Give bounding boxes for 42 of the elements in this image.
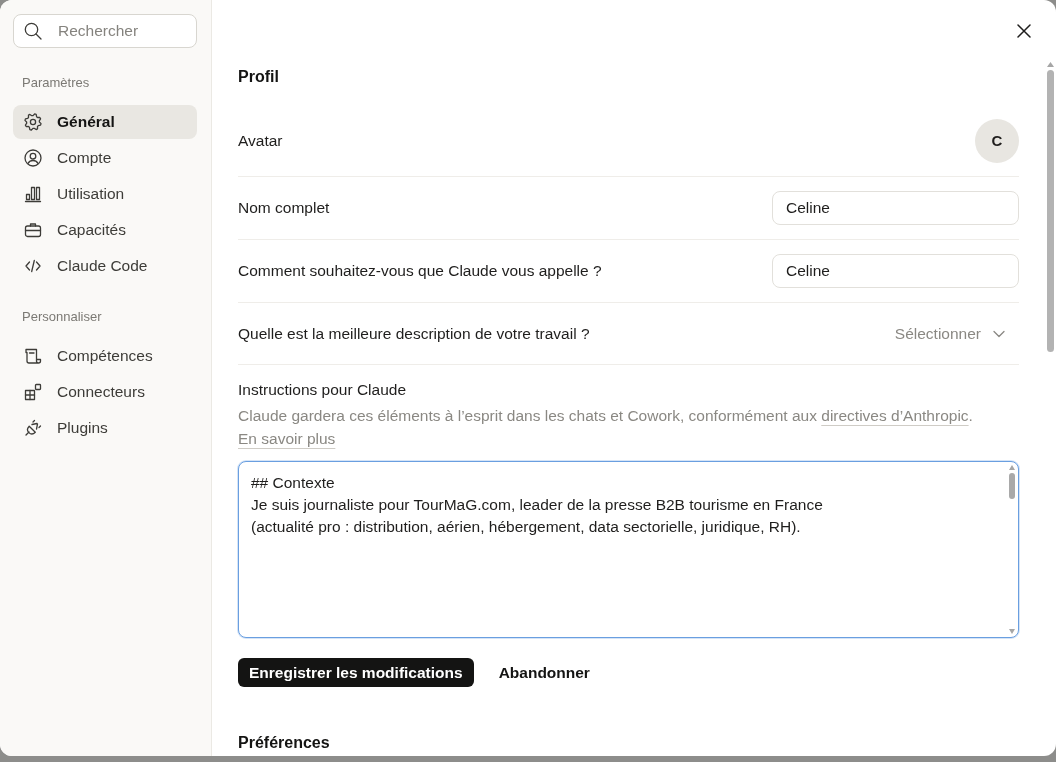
briefcase-icon	[23, 220, 43, 240]
sidebar-item[interactable]: Plugins	[13, 411, 197, 445]
sidebar-section-title: Personnaliser	[21, 308, 103, 326]
link[interactable]: directives d’Anthropic	[821, 407, 969, 424]
select-dropdown[interactable]: Sélectionner	[894, 321, 1019, 346]
scrollbar-thumb[interactable]	[1047, 70, 1054, 352]
sidebar-section-title: Paramètres	[21, 74, 91, 92]
plug-icon	[23, 418, 43, 438]
field-label: Instructions pour Claude	[238, 380, 407, 400]
link[interactable]: En savoir plus	[238, 430, 336, 447]
sidebar-item[interactable]: Claude Code	[13, 249, 197, 283]
search-icon	[23, 21, 43, 41]
user-circle-icon	[23, 148, 43, 168]
close-icon	[1017, 24, 1031, 38]
field-label: Quelle est la meilleure description de votre travail ?	[238, 323, 590, 344]
sidebar-item[interactable]: Compétences	[13, 339, 197, 373]
sidebar-item[interactable]: Général	[13, 105, 197, 139]
sidebar-item[interactable]: Capacités	[13, 213, 197, 247]
bar-chart-icon	[23, 184, 43, 204]
instructions-field[interactable]: ## Contexte Je suis journaliste pour TourMaG.com, leader de la presse B2B tourisme en France (actualité pro : distribution, aérien, hébergement, data sectorielle, juridique, RH).	[238, 461, 1019, 638]
cancel-button[interactable]: Abandonner	[483, 658, 605, 687]
field-label: Comment souhaitez-vous que Claude vous appelle ?	[238, 261, 602, 282]
search-field[interactable]: Rechercher	[13, 14, 197, 48]
blocks-icon	[23, 382, 43, 402]
save-button[interactable]: Enregistrer les modifications	[238, 658, 474, 687]
section-title: Profil	[238, 67, 280, 87]
scroll-icon	[23, 346, 43, 366]
sidebar-item[interactable]: Connecteurs	[13, 375, 197, 409]
scroll-up-arrow-icon[interactable]	[1047, 62, 1054, 67]
scroll-down-arrow-icon[interactable]	[1009, 629, 1015, 634]
avatar[interactable]: C	[975, 119, 1019, 163]
field-label: Nom complet	[238, 198, 330, 219]
sidebar-item[interactable]: Compte	[13, 141, 197, 175]
scrollbar-thumb[interactable]	[1009, 473, 1015, 499]
text-field[interactable]: Celine	[772, 191, 1019, 225]
help-text: Claude gardera ces éléments à l’esprit dans les chats et Cowork, conformément aux directives d’Anthropic. En savoir plus	[238, 406, 974, 449]
field-label: Avatar	[238, 131, 283, 152]
scroll-up-arrow-icon[interactable]	[1009, 465, 1015, 470]
text-field[interactable]: Celine	[772, 254, 1019, 288]
gear-icon	[23, 112, 43, 132]
section-title: Préférences	[238, 733, 331, 753]
sidebar-item[interactable]: Utilisation	[13, 177, 197, 211]
